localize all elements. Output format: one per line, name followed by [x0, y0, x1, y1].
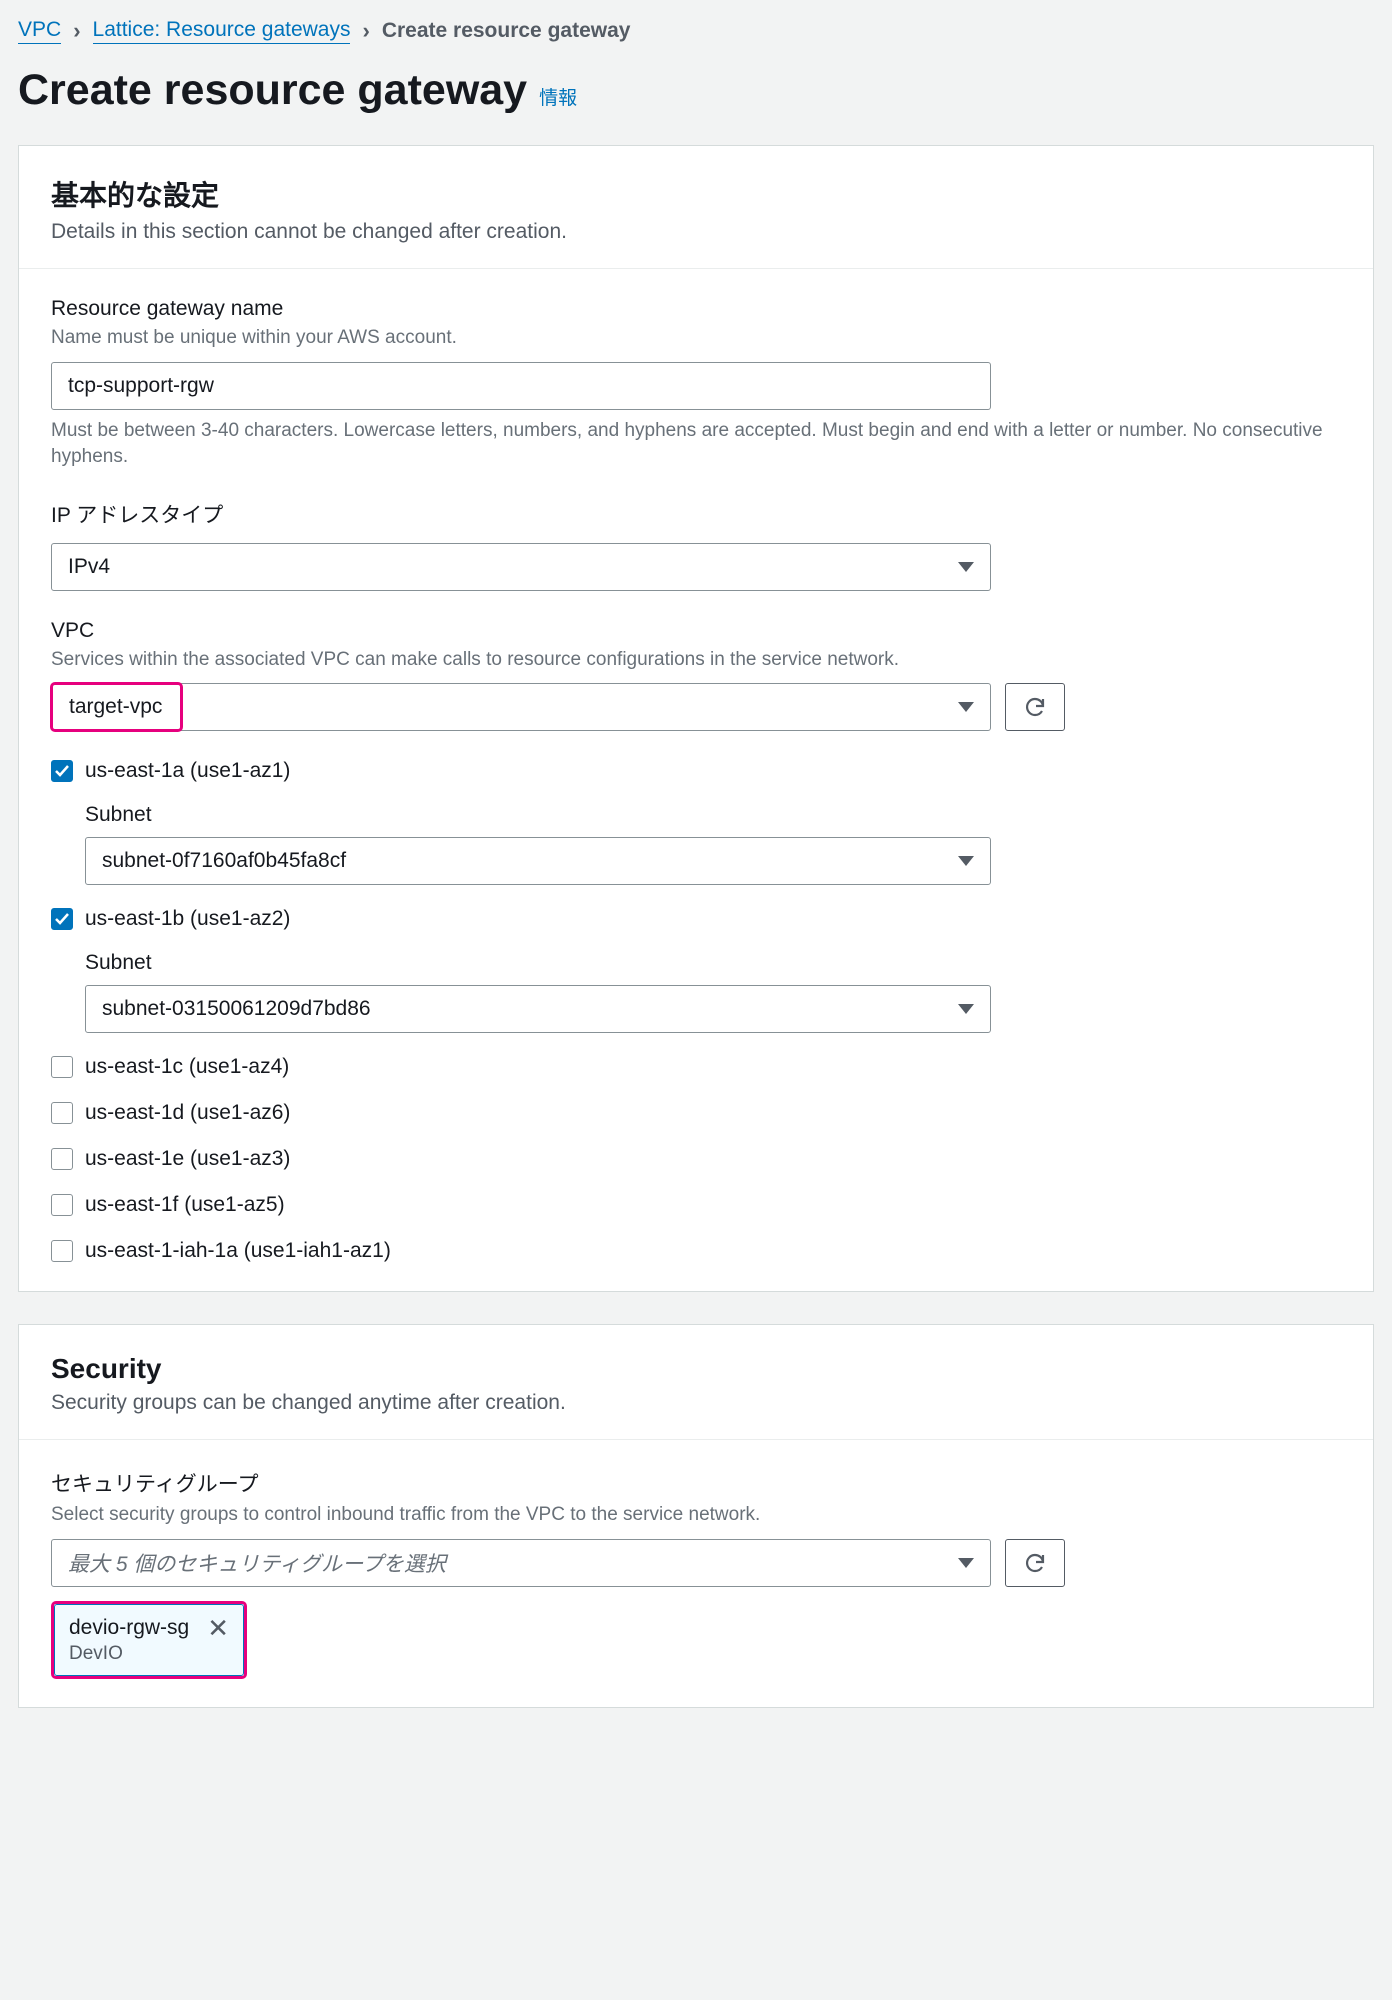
- checkbox-icon[interactable]: [51, 1240, 73, 1262]
- caret-down-icon: [958, 1558, 974, 1568]
- checkbox-icon[interactable]: [51, 1148, 73, 1170]
- az-item: us-east-1-iah-1a (use1-iah1-az1): [51, 1239, 1341, 1263]
- security-panel: Security Security groups can be changed …: [18, 1324, 1374, 1708]
- caret-down-icon: [958, 856, 974, 866]
- sg-select[interactable]: 最大 5 個のセキュリティグループを選択: [51, 1539, 991, 1587]
- breadcrumb-current: Create resource gateway: [382, 19, 631, 43]
- sg-token: devio-rgw-sg ✕ DevIO: [54, 1604, 244, 1676]
- az-label: us-east-1a (use1-az1): [85, 759, 290, 783]
- az-checkbox-row[interactable]: us-east-1c (use1-az4): [51, 1055, 1341, 1079]
- security-heading: Security: [51, 1353, 1341, 1385]
- subnet-block: Subnet subnet-03150061209d7bd86: [85, 951, 1341, 1033]
- az-checkbox-row[interactable]: us-east-1-iah-1a (use1-iah1-az1): [51, 1239, 1341, 1263]
- subnet-value: subnet-03150061209d7bd86: [102, 997, 371, 1021]
- chevron-right-icon: ›: [73, 18, 80, 44]
- breadcrumb-link-vpc[interactable]: VPC: [18, 18, 61, 44]
- refresh-icon: [1023, 1551, 1047, 1575]
- sg-hint: Select security groups to control inboun…: [51, 1502, 1341, 1529]
- subnet-block: Subnet subnet-0f7160af0b45fa8cf: [85, 803, 1341, 885]
- gateway-name-group: Resource gateway name Name must be uniqu…: [51, 297, 1341, 471]
- checkbox-checked-icon[interactable]: [51, 760, 73, 782]
- az-label: us-east-1b (use1-az2): [85, 907, 290, 931]
- basic-settings-panel: 基本的な設定 Details in this section cannot be…: [18, 145, 1374, 1292]
- az-item: us-east-1b (use1-az2) Subnet subnet-031500…: [51, 907, 1341, 1033]
- az-label: us-east-1e (use1-az3): [85, 1147, 290, 1171]
- page-title: Create resource gateway 情報: [18, 66, 1374, 115]
- vpc-group: VPC Services within the associated VPC c…: [51, 619, 1341, 732]
- gateway-name-input[interactable]: [51, 362, 991, 410]
- gateway-name-hint: Name must be unique within your AWS acco…: [51, 325, 1341, 352]
- az-checkbox-row[interactable]: us-east-1a (use1-az1): [51, 759, 1341, 783]
- subnet-value: subnet-0f7160af0b45fa8cf: [102, 849, 346, 873]
- az-checkbox-row[interactable]: us-east-1e (use1-az3): [51, 1147, 1341, 1171]
- sg-token-sub: DevIO: [69, 1643, 229, 1665]
- vpc-hint: Services within the associated VPC can m…: [51, 647, 1341, 674]
- az-label: us-east-1-iah-1a (use1-iah1-az1): [85, 1239, 391, 1263]
- caret-down-icon: [958, 562, 974, 572]
- security-desc: Security groups can be changed anytime a…: [51, 1391, 1341, 1415]
- ip-type-label: IP アドレスタイプ: [51, 499, 1341, 529]
- breadcrumb: VPC › Lattice: Resource gateways › Creat…: [18, 18, 1374, 44]
- gateway-name-label: Resource gateway name: [51, 297, 1341, 321]
- security-header: Security Security groups can be changed …: [19, 1325, 1373, 1440]
- vpc-value: target-vpc: [69, 695, 162, 719]
- az-item: us-east-1a (use1-az1) Subnet subnet-0f7160…: [51, 759, 1341, 885]
- checkbox-icon[interactable]: [51, 1102, 73, 1124]
- subnet-label: Subnet: [85, 951, 1341, 975]
- subnet-select[interactable]: subnet-03150061209d7bd86: [85, 985, 991, 1033]
- sg-placeholder: 最大 5 個のセキュリティグループを選択: [68, 1548, 446, 1578]
- checkbox-icon[interactable]: [51, 1056, 73, 1078]
- az-item: us-east-1e (use1-az3): [51, 1147, 1341, 1171]
- sg-refresh-button[interactable]: [1005, 1539, 1065, 1587]
- basic-settings-heading: 基本的な設定: [51, 174, 1341, 214]
- az-item: us-east-1c (use1-az4): [51, 1055, 1341, 1079]
- checkbox-icon[interactable]: [51, 1194, 73, 1216]
- subnet-select[interactable]: subnet-0f7160af0b45fa8cf: [85, 837, 991, 885]
- caret-down-icon: [958, 702, 974, 712]
- az-label: us-east-1f (use1-az5): [85, 1193, 285, 1217]
- vpc-value-highlight: target-vpc: [50, 682, 183, 732]
- caret-down-icon: [958, 1004, 974, 1014]
- az-checkbox-row[interactable]: us-east-1b (use1-az2): [51, 907, 1341, 931]
- ip-type-select[interactable]: IPv4: [51, 543, 991, 591]
- az-list: us-east-1a (use1-az1) Subnet subnet-0f7160…: [51, 759, 1341, 1263]
- info-link[interactable]: 情報: [539, 83, 577, 110]
- az-label: us-east-1d (use1-az6): [85, 1101, 290, 1125]
- sg-token-highlight: devio-rgw-sg ✕ DevIO: [51, 1601, 247, 1679]
- sg-token-name: devio-rgw-sg: [69, 1616, 189, 1640]
- vpc-select[interactable]: target-vpc: [51, 683, 991, 731]
- basic-settings-header: 基本的な設定 Details in this section cannot be…: [19, 146, 1373, 269]
- refresh-icon: [1023, 695, 1047, 719]
- page-title-text: Create resource gateway: [18, 66, 527, 115]
- checkbox-checked-icon[interactable]: [51, 908, 73, 930]
- vpc-refresh-button[interactable]: [1005, 683, 1065, 731]
- ip-type-group: IP アドレスタイプ IPv4: [51, 499, 1341, 591]
- subnet-label: Subnet: [85, 803, 1341, 827]
- az-checkbox-row[interactable]: us-east-1f (use1-az5): [51, 1193, 1341, 1217]
- close-icon[interactable]: ✕: [207, 1615, 229, 1641]
- az-item: us-east-1d (use1-az6): [51, 1101, 1341, 1125]
- gateway-name-constraint: Must be between 3-40 characters. Lowerca…: [51, 418, 1341, 471]
- breadcrumb-link-lattice[interactable]: Lattice: Resource gateways: [93, 18, 351, 44]
- basic-settings-desc: Details in this section cannot be change…: [51, 220, 1341, 244]
- az-item: us-east-1f (use1-az5): [51, 1193, 1341, 1217]
- az-label: us-east-1c (use1-az4): [85, 1055, 289, 1079]
- sg-label: セキュリティグループ: [51, 1468, 1341, 1498]
- vpc-label: VPC: [51, 619, 1341, 643]
- sg-group: セキュリティグループ Select security groups to con…: [51, 1468, 1341, 1679]
- chevron-right-icon: ›: [362, 18, 369, 44]
- az-checkbox-row[interactable]: us-east-1d (use1-az6): [51, 1101, 1341, 1125]
- ip-type-value: IPv4: [68, 555, 110, 579]
